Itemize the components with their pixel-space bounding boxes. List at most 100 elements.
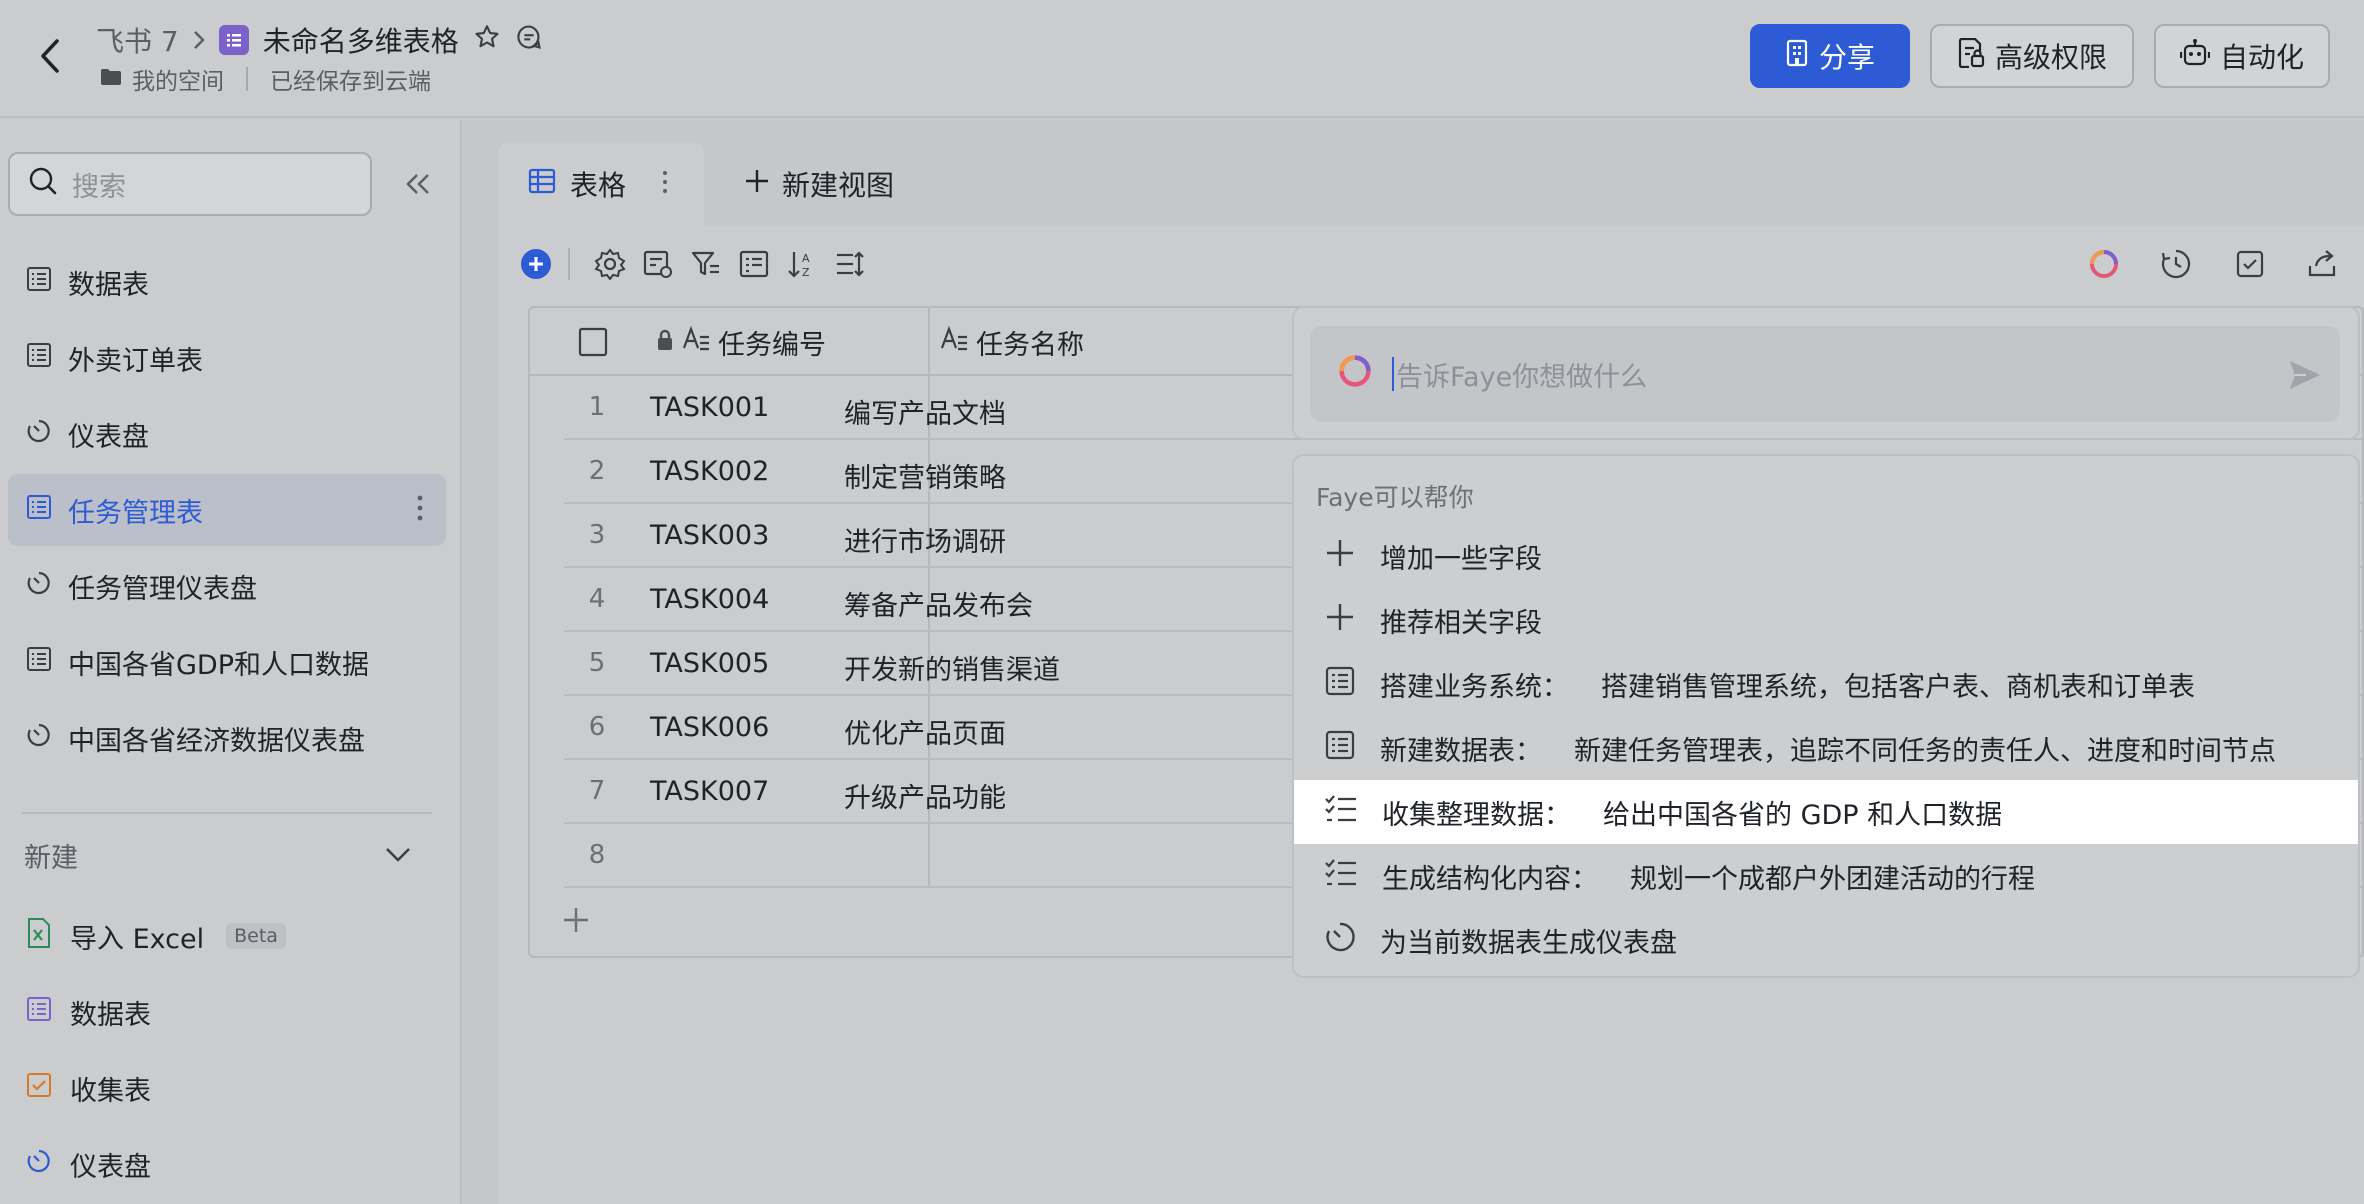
cell-task-name[interactable]: 制定营销策略 (844, 456, 1006, 495)
cell-task-name[interactable]: 编写产品文档 (844, 392, 1006, 431)
cell-task-id[interactable]: TASK007 (650, 776, 769, 807)
filter-icon[interactable] (688, 246, 724, 282)
more-vertical-icon[interactable] (662, 168, 668, 201)
row-number: 4 (588, 584, 606, 614)
import-excel-label: 导入 Excel (70, 923, 205, 955)
location-text[interactable]: 我的空间 (132, 62, 224, 96)
sort-icon[interactable]: AZ (784, 246, 820, 282)
faye-suggestion-structured-content[interactable]: 生成结构化内容： 规划一个成都户外团建活动的行程 (1294, 844, 2358, 908)
tab-grid-view[interactable]: 表格 (498, 142, 704, 226)
new-data-table-label: 数据表 (70, 999, 151, 1031)
row-height-icon[interactable] (832, 246, 868, 282)
new-data-table-item[interactable]: 数据表 (26, 976, 446, 1048)
comment-icon[interactable] (515, 23, 543, 58)
search-input[interactable]: 搜索 (72, 165, 126, 204)
cell-task-name[interactable]: 升级产品功能 (844, 776, 1006, 815)
automation-button[interactable]: 自动化 (2154, 24, 2330, 88)
settings-gear-icon[interactable] (592, 246, 628, 282)
send-icon[interactable] (2288, 358, 2322, 396)
sidebar-item-task-management[interactable]: 任务管理表 (8, 474, 446, 546)
table-list: 数据表 外卖订单表 仪表盘 任务管理表 任务管理仪表盘 中国各省GDP和人口数据… (8, 246, 446, 778)
cell-task-id[interactable]: TASK006 (650, 712, 769, 743)
faye-prompt-input[interactable]: 告诉Faye你想做什么 (1310, 326, 2340, 422)
group-icon[interactable] (736, 246, 772, 282)
row-number: 8 (588, 840, 606, 870)
faye-ai-icon[interactable] (2086, 246, 2122, 282)
cell-task-name[interactable]: 优化产品页面 (844, 712, 1006, 751)
sidebar-item-label: 仪表盘 (68, 421, 149, 453)
doc-title[interactable]: 未命名多维表格 (263, 20, 459, 60)
new-dashboard-item[interactable]: 仪表盘 (26, 1128, 446, 1200)
faye-suggestion-new-table[interactable]: 新建数据表： 新建任务管理表，追踪不同任务的责任人、进度和时间节点 (1294, 716, 2358, 780)
search-box[interactable]: 搜索 (8, 152, 372, 216)
field-settings-icon[interactable] (640, 246, 676, 282)
grid-table-icon (26, 996, 52, 1029)
sidebar-item-label: 数据表 (68, 269, 149, 301)
share-export-icon[interactable] (2304, 246, 2340, 282)
sidebar-item-task-dashboard[interactable]: 任务管理仪表盘 (8, 550, 446, 622)
base-doc-icon (218, 25, 249, 55)
advanced-permissions-label: 高级权限 (1994, 41, 2107, 74)
faye-suggestion-build-system[interactable]: 搭建业务系统： 搭建销售管理系统，包括客户表、商机表和订单表 (1294, 652, 2358, 716)
column-header-task-id[interactable]: 任务编号 (656, 308, 826, 376)
more-vertical-icon[interactable] (416, 494, 424, 529)
dashboard-icon (26, 1148, 52, 1181)
import-excel-item[interactable]: 导入 Excel Beta (26, 900, 446, 972)
sidebar-item-dashboard[interactable]: 仪表盘 (8, 398, 446, 470)
select-all-checkbox[interactable] (578, 308, 608, 376)
robot-icon (2179, 38, 2211, 75)
history-clock-icon[interactable] (2158, 246, 2194, 282)
cell-task-name[interactable]: 开发新的销售渠道 (844, 648, 1060, 687)
add-record-icon[interactable] (518, 246, 554, 282)
cell-task-name[interactable]: 进行市场调研 (844, 520, 1006, 559)
star-icon[interactable] (473, 23, 501, 58)
column-header-label: 任务名称 (976, 329, 1084, 361)
column-header-task-name[interactable]: 任务名称 (940, 308, 1084, 376)
cell-task-id[interactable]: TASK001 (650, 392, 769, 423)
permission-doc-icon (1957, 37, 1985, 75)
sidebar-item-delivery-orders[interactable]: 外卖订单表 (8, 322, 446, 394)
svg-text:A: A (802, 252, 810, 265)
save-status: 已经保存到云端 (270, 69, 431, 95)
tab-label: 表格 (570, 169, 627, 202)
grid-table-icon (26, 646, 52, 679)
cell-task-id[interactable]: TASK005 (650, 648, 769, 679)
plus-icon (1324, 537, 1356, 576)
faye-suggestion-add-fields[interactable]: 增加一些字段 (1294, 524, 2358, 588)
add-row-icon[interactable] (562, 906, 590, 938)
sidebar: 搜索 数据表 外卖订单表 仪表盘 任务管理表 任务管理仪表盘 中国各省GDP和人… (0, 120, 462, 1204)
checklist-icon (1324, 793, 1358, 832)
grid-table-icon (26, 494, 52, 527)
faye-suggestion-generate-dashboard[interactable]: 为当前数据表生成仪表盘 (1294, 908, 2358, 972)
dashboard-icon (26, 418, 52, 451)
lock-icon (656, 327, 674, 358)
share-button[interactable]: 分享 (1750, 24, 1910, 88)
suggestion-title: 推荐相关字段 (1380, 607, 1542, 639)
folder-icon (100, 66, 122, 92)
cell-task-id[interactable]: TASK002 (650, 456, 769, 487)
faye-suggestion-menu: Faye可以帮你 增加一些字段 推荐相关字段 搭建业务系统： 搭建销售管理系统，… (1292, 454, 2360, 978)
advanced-permissions-button[interactable]: 高级权限 (1930, 24, 2134, 88)
sidebar-item-data-table[interactable]: 数据表 (8, 246, 446, 318)
grid-table-icon (26, 342, 52, 375)
sidebar-item-economy-dashboard[interactable]: 中国各省经济数据仪表盘 (8, 702, 446, 774)
cell-task-name[interactable]: 筹备产品发布会 (844, 584, 1033, 623)
cell-task-id[interactable]: TASK003 (650, 520, 769, 551)
sidebar-item-gdp-population[interactable]: 中国各省GDP和人口数据 (8, 626, 446, 698)
breadcrumb-workspace[interactable]: 飞书 7 (96, 20, 179, 60)
checklist-icon (1324, 857, 1358, 896)
grid-table-icon (26, 266, 52, 299)
new-section-toggle[interactable]: 新建 (24, 836, 412, 875)
faye-suggestion-collect-data[interactable]: 收集整理数据： 给出中国各省的 GDP 和人口数据 (1294, 780, 2358, 844)
new-view-button[interactable]: 新建视图 (744, 162, 894, 206)
collapse-sidebar-icon[interactable] (398, 164, 438, 204)
cell-task-id[interactable]: TASK004 (650, 584, 769, 615)
checkbox-task-icon[interactable] (2232, 246, 2268, 282)
sidebar-item-label: 任务管理仪表盘 (68, 573, 257, 605)
new-dashboard-label: 仪表盘 (70, 1151, 151, 1183)
new-form-item[interactable]: 收集表 (26, 1052, 446, 1124)
faye-suggestion-recommend-fields[interactable]: 推荐相关字段 (1294, 588, 2358, 652)
back-icon[interactable] (30, 36, 70, 76)
text-field-icon (682, 325, 710, 359)
suggestion-title: 为当前数据表生成仪表盘 (1380, 927, 1677, 959)
